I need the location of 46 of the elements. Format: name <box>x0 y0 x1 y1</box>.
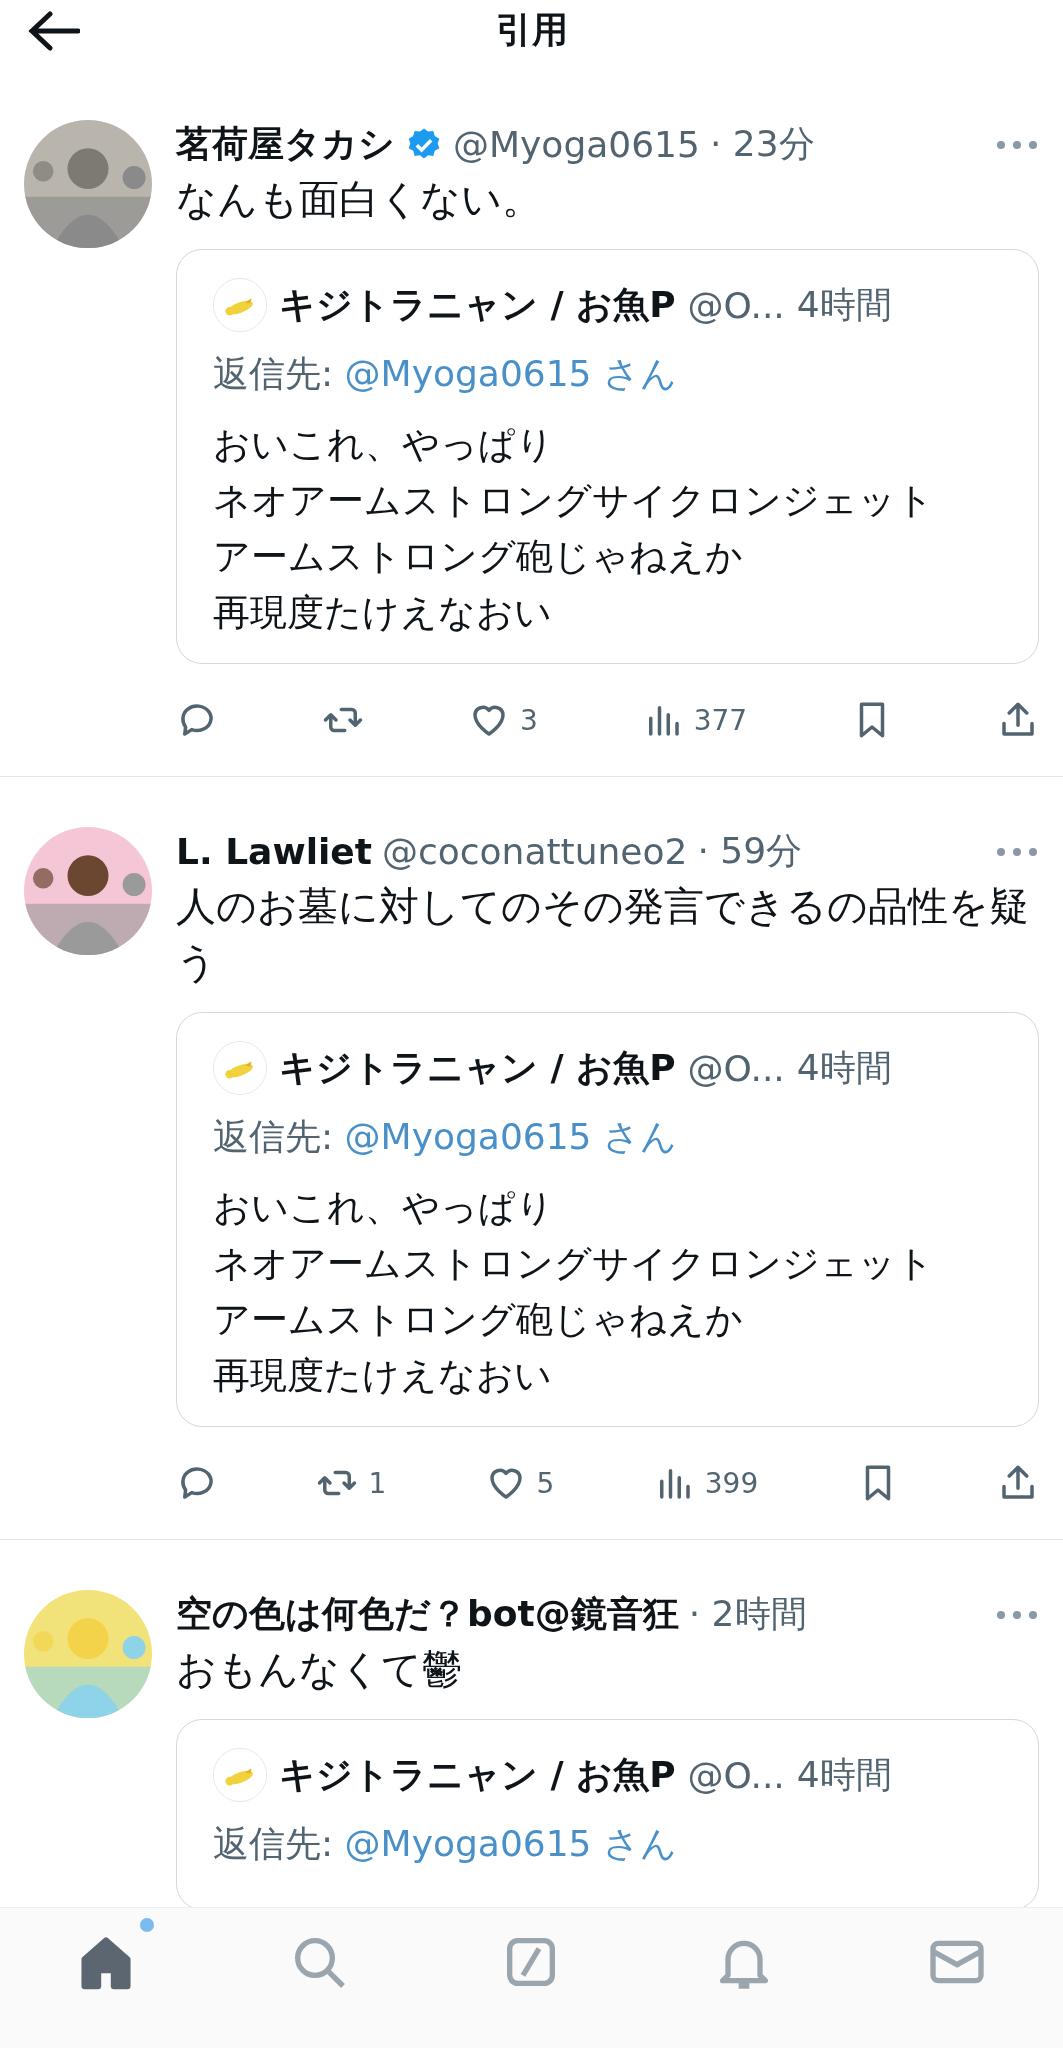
post-time: · 23分 <box>709 122 815 166</box>
post-time: 4時間 <box>796 282 892 327</box>
retweet-button[interactable]: 1 <box>316 1462 387 1504</box>
post-text: なんも面白くない。 <box>176 175 543 224</box>
user-handle: @O... <box>687 284 785 326</box>
reply-label: 返信先: <box>213 353 334 394</box>
quoted-post-card[interactable]: キジトラニャン / お魚P @O... 4時間 返信先: @Myoga0615 さん おいこれ、やっぱり ネオアームストロングサイクロンジェット アームストロング砲じゃねえか 再現度たけえなおい <box>176 249 1039 664</box>
user-name: キジトラニャン / お魚P <box>279 1045 676 1090</box>
user-handle: @O... <box>687 1047 785 1089</box>
user-name: キジトラニャン / お魚P <box>279 1752 676 1797</box>
back-arrow-icon[interactable] <box>28 10 80 52</box>
user-name: キジトラニャン / お魚P <box>279 282 676 327</box>
post-text: ネオアームストロングサイクロンジェット <box>213 1241 934 1287</box>
mention-link[interactable]: @Myoga0615 さん <box>344 1116 677 1157</box>
more-icon[interactable] <box>995 1608 1039 1621</box>
more-icon[interactable] <box>995 138 1039 151</box>
like-button[interactable]: 5 <box>484 1462 555 1504</box>
post-text: アームストロング砲じゃねえか <box>213 534 743 580</box>
post-text: 再現度たけえなおい <box>213 590 552 636</box>
post-time: 4時間 <box>796 1752 892 1797</box>
post-text: 再現度たけえなおい <box>213 1353 552 1399</box>
post-time: · 2時間 <box>688 1592 807 1636</box>
reply-label: 返信先: <box>213 1116 334 1157</box>
mention-link[interactable]: @Myoga0615 さん <box>344 353 677 394</box>
post-text: おいこれ、やっぱり <box>213 422 554 468</box>
quoted-post-card[interactable]: キジトラニャン / お魚P @O... 4時間 返信先: @Myoga0615 さん おいこれ、やっぱり ネオアームストロングサイクロンジェット アームストロング砲じゃねえか 再現度たけえなおい <box>176 1012 1039 1427</box>
like-button[interactable]: 3 <box>467 699 538 741</box>
more-icon[interactable] <box>995 845 1039 858</box>
post-text: アームストロング砲じゃねえか <box>213 1297 743 1343</box>
views-button[interactable]: 377 <box>641 699 748 741</box>
post-text: おもんなくて鬱 <box>176 1645 463 1694</box>
post-time: · 59分 <box>697 829 803 873</box>
page-title: 引用 <box>495 7 568 52</box>
post-text: おいこれ、やっぱり <box>213 1185 554 1231</box>
user-handle[interactable]: @Myoga0615 <box>453 124 700 165</box>
post-text: 人のお墓に対してのその発言できるの品性を疑う <box>176 882 1030 987</box>
post-text: ネオアームストロングサイクロンジェット <box>213 478 934 524</box>
user-name[interactable]: 茗荷屋タカシ <box>176 120 395 169</box>
user-handle[interactable]: @coconattuneo2 <box>381 831 688 872</box>
user-name[interactable]: L. Lawliet <box>176 831 372 872</box>
user-name[interactable]: 空の色は何色だ？bot@鏡音狂 <box>176 1590 679 1639</box>
views-button[interactable]: 399 <box>652 1462 759 1504</box>
mention-link[interactable]: @Myoga0615 さん <box>344 1823 677 1864</box>
reply-label: 返信先: <box>213 1823 334 1864</box>
post-time: 4時間 <box>796 1045 892 1090</box>
user-handle: @O... <box>687 1754 785 1796</box>
